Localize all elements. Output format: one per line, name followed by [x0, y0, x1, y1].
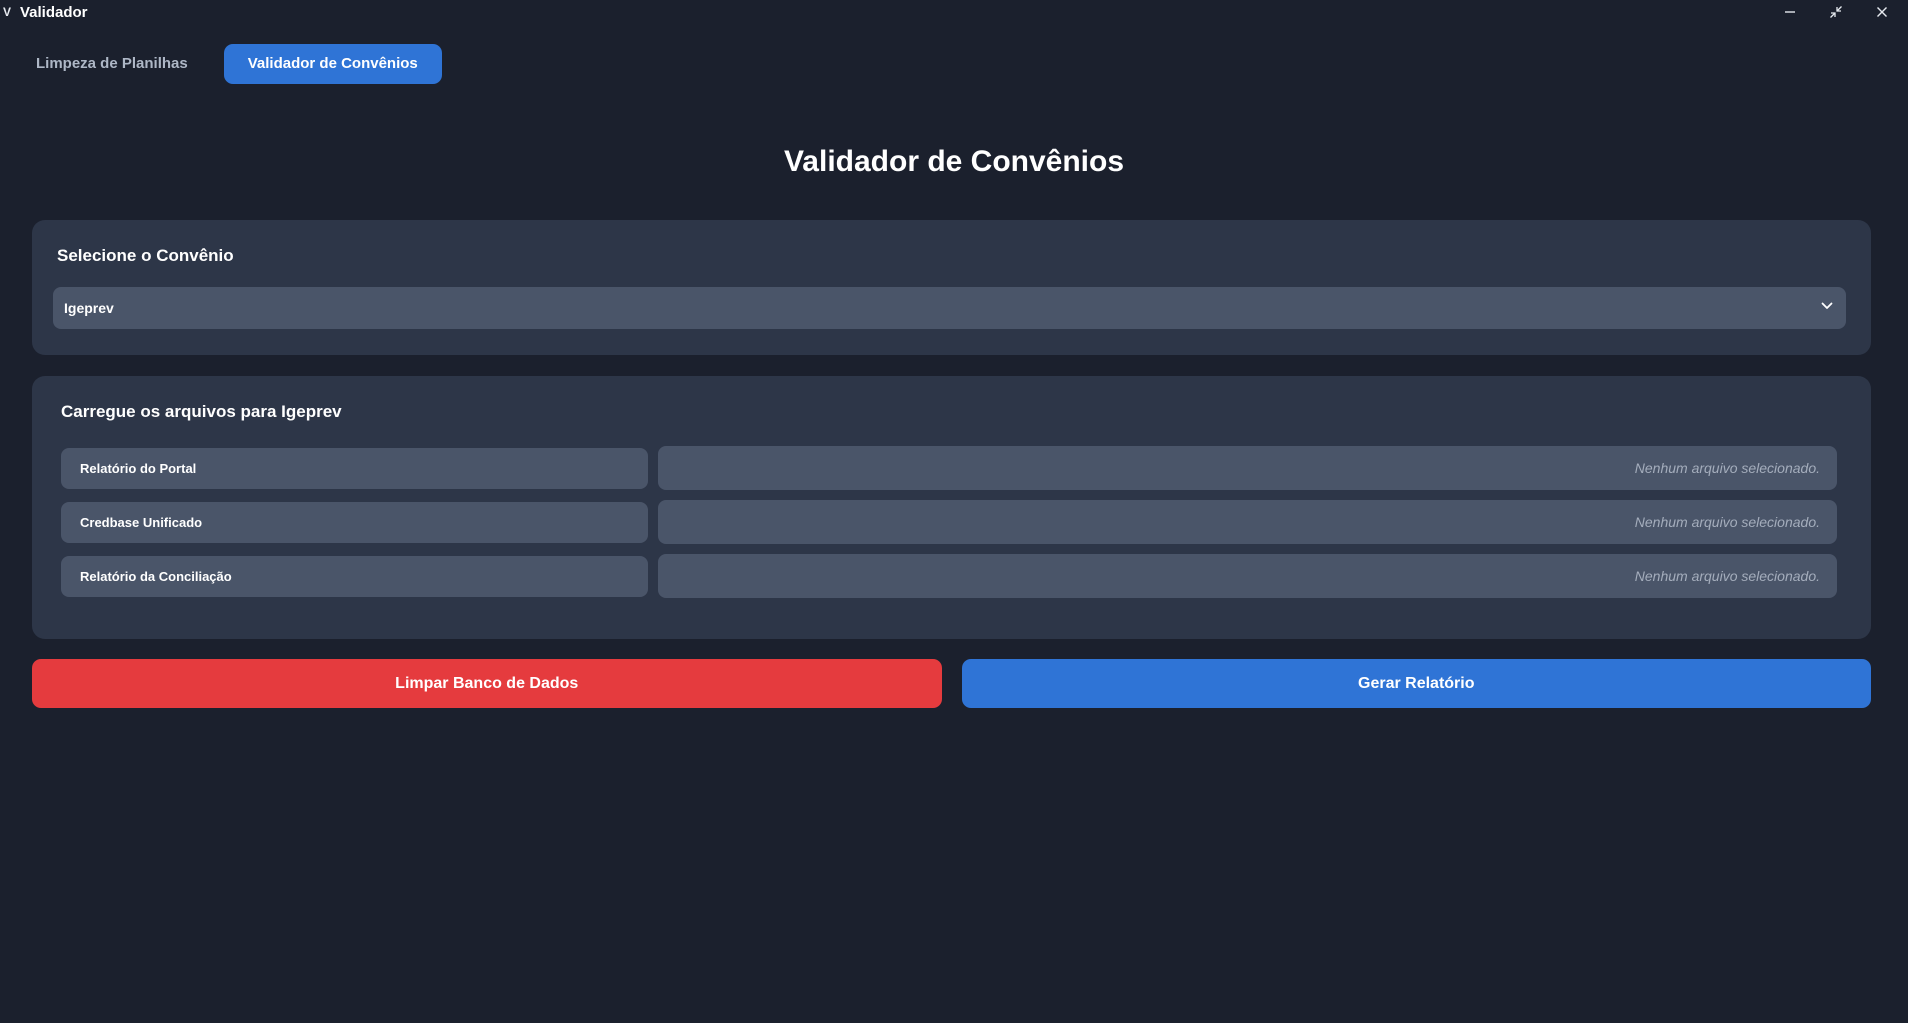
upload-heading: Carregue os arquivos para Igeprev: [61, 402, 342, 421]
restore-icon[interactable]: [1826, 2, 1846, 22]
convenio-select-card: Selecione o Convênio Igeprev: [32, 220, 1871, 355]
file-picker-credbase-unificado[interactable]: Nenhum arquivo selecionado.: [658, 500, 1837, 544]
clear-database-button[interactable]: Limpar Banco de Dados: [32, 659, 942, 708]
file-row-credbase-unificado: Credbase Unificado Nenhum arquivo seleci…: [61, 500, 1837, 544]
file-picker-relatorio-portal[interactable]: Nenhum arquivo selecionado.: [658, 446, 1837, 490]
close-icon[interactable]: [1872, 2, 1892, 22]
convenio-dropdown[interactable]: Igeprev: [53, 287, 1846, 329]
generate-report-button[interactable]: Gerar Relatório: [961, 659, 1871, 708]
page-title: Validador de Convênios: [783, 145, 1125, 178]
file-label: Relatório do Portal: [61, 447, 648, 489]
minimize-icon[interactable]: [1780, 2, 1800, 22]
chevron-down-icon: [1820, 299, 1834, 318]
title-bar: V Validador: [0, 0, 1908, 24]
tab-limpeza-de-planilhas[interactable]: Limpeza de Planilhas: [12, 44, 212, 84]
file-row-relatorio-conciliacao: Relatório da Conciliação Nenhum arquivo …: [61, 554, 1837, 598]
convenio-selected-value: Igeprev: [64, 300, 114, 316]
tab-bar: Limpeza de Planilhas Validador de Convên…: [0, 24, 1908, 96]
window-controls: [1780, 2, 1902, 22]
select-heading: Selecione o Convênio: [57, 246, 234, 265]
action-buttons: Limpar Banco de Dados Gerar Relatório: [32, 659, 1871, 708]
file-label: Relatório da Conciliação: [61, 555, 648, 597]
file-row-relatorio-portal: Relatório do Portal Nenhum arquivo selec…: [61, 446, 1837, 490]
file-picker-relatorio-conciliacao[interactable]: Nenhum arquivo selecionado.: [658, 554, 1837, 598]
file-label: Credbase Unificado: [61, 501, 648, 543]
app-icon: V: [2, 5, 11, 19]
tab-validador-de-convenios[interactable]: Validador de Convênios: [223, 43, 442, 84]
file-rows: Relatório do Portal Nenhum arquivo selec…: [61, 446, 1837, 598]
file-upload-card: Carregue os arquivos para Igeprev Relató…: [32, 376, 1871, 639]
window-title: Validador: [20, 3, 88, 21]
title-bar-left: V Validador: [2, 4, 88, 21]
